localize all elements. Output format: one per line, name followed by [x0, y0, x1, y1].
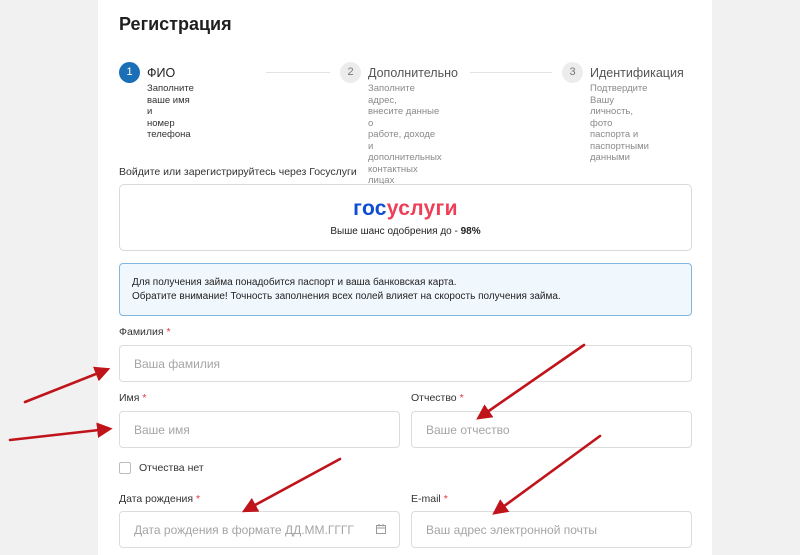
approval-chance-text: Выше шанс одобрения до - 98% — [330, 226, 481, 237]
no-patronymic-checkbox[interactable] — [119, 462, 131, 474]
arrow-to-name — [8, 422, 113, 442]
step-description: Заполните ваше имя и номер телефона — [147, 83, 194, 140]
step-title: Дополнительно — [368, 66, 458, 80]
no-patronymic-option[interactable]: Отчества нет — [119, 462, 204, 474]
step-description: Подтвердите Вашу личность, фото паспорта… — [590, 83, 649, 163]
email-input[interactable] — [411, 511, 692, 548]
email-label: E-mail * — [411, 493, 448, 505]
arrow-to-surname — [23, 366, 111, 404]
step-connector — [470, 72, 552, 73]
patronymic-input[interactable] — [411, 411, 692, 448]
step-number: 3 — [562, 62, 583, 83]
surname-input[interactable] — [119, 345, 692, 382]
step-title: Идентификация — [590, 66, 684, 80]
patronymic-label: Отчество * — [411, 392, 464, 404]
info-notice: Для получения займа понадобится паспорт … — [119, 263, 692, 316]
gosuslugi-login-button[interactable]: госуслуги Выше шанс одобрения до - 98% — [119, 184, 692, 251]
step-number: 1 — [119, 62, 140, 83]
gosuslugi-logo: госуслуги — [353, 197, 458, 220]
surname-label: Фамилия * — [119, 326, 171, 338]
name-input[interactable] — [119, 411, 400, 448]
step-connector — [266, 72, 330, 73]
page-title: Регистрация — [119, 14, 232, 34]
birthdate-label: Дата рождения * — [119, 493, 201, 505]
step-description: Заполните адрес, внесите данные о работе… — [368, 83, 442, 186]
step-number: 2 — [340, 62, 361, 83]
info-line-1: Для получения займа понадобится паспорт … — [132, 277, 457, 288]
birthdate-input[interactable] — [119, 511, 400, 548]
gosuslugi-label: Войдите или зарегистрируйтесь через Госу… — [119, 166, 357, 178]
step-title: ФИО — [147, 66, 176, 80]
no-patronymic-label: Отчества нет — [139, 462, 204, 474]
info-line-2: Обратите внимание! Точность заполнения в… — [132, 290, 561, 302]
name-label: Имя * — [119, 392, 147, 404]
calendar-icon[interactable] — [376, 524, 386, 534]
